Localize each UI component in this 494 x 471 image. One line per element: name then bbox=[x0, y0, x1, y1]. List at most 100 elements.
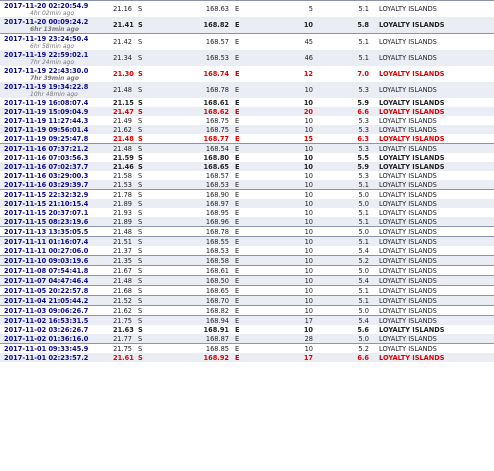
magnitude-cell: 5.0 bbox=[317, 305, 377, 316]
earthquake-row[interactable]: 2017-11-19 09:56:01.4 21.62 S 168.75 E 10 5.3 L… bbox=[0, 125, 494, 134]
event-datetime-link[interactable]: 2017-11-19 11:27:44.3 bbox=[4, 117, 109, 125]
event-datetime-link[interactable]: 2017-11-16 07:37:21.2 bbox=[4, 145, 109, 153]
event-datetime-link[interactable]: 2017-11-16 03:29:00.3 bbox=[4, 172, 109, 180]
event-datetime-link[interactable]: 2017-11-19 23:24:50.4 bbox=[4, 35, 109, 43]
longitude-cell: 168.54 bbox=[185, 143, 233, 153]
earthquake-row[interactable]: 2017-11-02 01:36:16.0 21.77 S 168.87 E 28 5.0 L… bbox=[0, 334, 494, 344]
earthquake-row[interactable]: 2017-11-11 01:16:07.4 21.51 S 168.55 E 10 5.1 L… bbox=[0, 236, 494, 246]
earthquake-row[interactable]: 2017-11-02 16:53:31.5 21.75 S 168.94 E 17 5.4 L… bbox=[0, 315, 494, 325]
earthquake-row[interactable]: 2017-11-16 07:02:37.7 21.46 S 168.65 E 10 5.9 L… bbox=[0, 162, 494, 171]
earthquake-row[interactable]: 2017-11-05 20:22:57.8 21.68 S 168.65 E 10 5.1 L… bbox=[0, 285, 494, 296]
earthquake-row[interactable]: 2017-11-19 09:25:47.8 21.48 S 168.77 E 15 6.3 L… bbox=[0, 134, 494, 144]
earthquake-row[interactable]: 2017-11-19 15:09:04.9 21.47 S 168.62 E 20 6.6 L… bbox=[0, 107, 494, 116]
earthquake-row[interactable]: 2017-11-20 00:09:24.2 6hr 13min ago 21.41 S… bbox=[0, 17, 494, 34]
region-cell: LOYALTY ISLANDS bbox=[377, 162, 494, 171]
event-datetime-link[interactable]: 2017-11-11 01:16:07.4 bbox=[4, 238, 109, 246]
earthquake-row[interactable]: 2017-11-01 02:23:57.2 21.61 S 168.92 E 17 6.6 L… bbox=[0, 353, 494, 362]
earthquake-row[interactable]: 2017-11-01 09:33:45.9 21.75 S 168.85 E 10 5.2 L… bbox=[0, 343, 494, 353]
event-datetime-link[interactable]: 2017-11-04 21:05:44.2 bbox=[4, 297, 109, 305]
event-datetime-link[interactable]: 2017-11-08 07:54:41.8 bbox=[4, 267, 109, 275]
earthquake-row[interactable]: 2017-11-15 20:37:07.1 21.93 S 168.95 E 10 5.1 L… bbox=[0, 208, 494, 217]
longitude-cell: 168.87 bbox=[185, 334, 233, 344]
earthquake-row[interactable]: 2017-11-19 22:43:30.0 7hr 39min ago 21.30 S… bbox=[0, 66, 494, 82]
earthquake-row[interactable]: 2017-11-19 22:59:02.1 7hr 24min ago 21.34 S… bbox=[0, 50, 494, 66]
latitude-hemisphere-cell: S bbox=[136, 226, 185, 237]
event-datetime-link[interactable]: 2017-11-20 02:20:54.9 bbox=[4, 2, 109, 10]
depth-cell: 10 bbox=[293, 305, 317, 316]
longitude-hemisphere-cell: E bbox=[233, 265, 293, 276]
event-datetime-link[interactable]: 2017-11-01 02:23:57.2 bbox=[4, 354, 109, 362]
depth-cell: 20 bbox=[293, 107, 317, 116]
event-datetime-link[interactable]: 2017-11-20 00:09:24.2 bbox=[4, 18, 109, 26]
event-datetime-link[interactable]: 2017-11-15 21:10:15.4 bbox=[4, 200, 109, 208]
depth-cell: 10 bbox=[293, 162, 317, 171]
event-datetime-link[interactable]: 2017-11-15 20:37:07.1 bbox=[4, 209, 109, 217]
depth-cell: 10 bbox=[293, 275, 317, 286]
region-cell: LOYALTY ISLANDS bbox=[377, 17, 494, 34]
event-datetime-link[interactable]: 2017-11-15 08:23:19.6 bbox=[4, 218, 109, 226]
event-datetime-link[interactable]: 2017-11-19 22:59:02.1 bbox=[4, 51, 109, 59]
longitude-hemisphere-cell: E bbox=[233, 189, 293, 199]
event-datetime-link[interactable]: 2017-11-01 09:33:45.9 bbox=[4, 345, 109, 353]
event-datetime-link[interactable]: 2017-11-02 01:36:16.0 bbox=[4, 335, 109, 343]
event-datetime-link[interactable]: 2017-11-10 09:03:19.6 bbox=[4, 257, 109, 265]
earthquake-row[interactable]: 2017-11-16 03:29:39.7 21.53 S 168.53 E 10 5.1 L… bbox=[0, 180, 494, 190]
event-datetime-link[interactable]: 2017-11-05 20:22:57.8 bbox=[4, 287, 109, 295]
event-datetime-link[interactable]: 2017-11-19 19:34:22.8 bbox=[4, 83, 109, 91]
longitude-cell: 168.78 bbox=[185, 82, 233, 98]
longitude-hemisphere-cell: E bbox=[233, 125, 293, 134]
earthquake-row[interactable]: 2017-11-08 07:54:41.8 21.67 S 168.61 E 10 5.0 L… bbox=[0, 265, 494, 276]
longitude-hemisphere-cell: E bbox=[233, 285, 293, 296]
longitude-cell: 168.61 bbox=[203, 98, 229, 107]
event-datetime-link[interactable]: 2017-11-19 22:43:30.0 bbox=[4, 67, 109, 75]
earthquake-row[interactable]: 2017-11-19 16:08:07.4 21.15 S 168.61 E 10 5.9 L… bbox=[0, 98, 494, 107]
earthquake-row[interactable]: 2017-11-03 09:06:26.7 21.62 S 168.82 E 10 5.0 L… bbox=[0, 305, 494, 316]
earthquake-row[interactable]: 2017-11-13 13:35:05.5 21.48 S 168.78 E 10 5.0 L… bbox=[0, 226, 494, 237]
earthquake-row[interactable]: 2017-11-02 03:26:26.7 21.63 S 168.91 E 10 5.6 L… bbox=[0, 325, 494, 334]
longitude-hemisphere-cell: E bbox=[233, 315, 293, 325]
earthquake-row[interactable]: 2017-11-19 23:24:50.4 6hr 58min ago 21.42 S… bbox=[0, 33, 494, 50]
earthquake-row[interactable]: 2017-11-10 09:03:19.6 21.35 S 168.58 E 10 5.2 L… bbox=[0, 255, 494, 266]
event-datetime-link[interactable]: 2017-11-19 15:09:04.9 bbox=[4, 108, 109, 116]
earthquake-row[interactable]: 2017-11-15 08:23:19.6 21.89 S 168.96 E 10 5.1 L… bbox=[0, 217, 494, 227]
event-datetime-link[interactable]: 2017-11-13 13:35:05.5 bbox=[4, 228, 109, 236]
earthquake-row[interactable]: 2017-11-07 04:47:46.4 21.48 S 168.50 E 10 5.4 L… bbox=[0, 275, 494, 286]
datetime-cell: 2017-11-15 21:10:15.4 bbox=[0, 199, 111, 208]
earthquake-row[interactable]: 2017-11-15 21:10:15.4 21.89 S 168.97 E 10 5.0 L… bbox=[0, 199, 494, 208]
earthquake-row[interactable]: 2017-11-04 21:05:44.2 21.52 S 168.70 E 10 5.1 L… bbox=[0, 295, 494, 306]
earthquake-row[interactable]: 2017-11-15 22:32:32.9 21.78 S 168.90 E 10 5.0 L… bbox=[0, 189, 494, 199]
event-datetime-link[interactable]: 2017-11-03 09:06:26.7 bbox=[4, 307, 109, 315]
datetime-cell: 2017-11-16 07:03:56.3 bbox=[0, 153, 111, 162]
event-datetime-link[interactable]: 2017-11-07 04:47:46.4 bbox=[4, 277, 109, 285]
depth-cell: 10 bbox=[293, 285, 317, 296]
event-datetime-link[interactable]: 2017-11-19 09:25:47.8 bbox=[4, 135, 109, 143]
event-datetime-link[interactable]: 2017-11-15 22:32:32.9 bbox=[4, 191, 109, 199]
earthquake-row[interactable]: 2017-11-11 00:27:06.0 21.37 S 168.53 E 10 5.4 L… bbox=[0, 246, 494, 256]
latitude-cell: 21.59 bbox=[113, 153, 134, 162]
event-datetime-link[interactable]: 2017-11-19 16:08:07.4 bbox=[4, 99, 109, 107]
event-datetime-link[interactable]: 2017-11-02 16:53:31.5 bbox=[4, 317, 109, 325]
earthquake-row[interactable]: 2017-11-19 11:27:44.3 21.49 S 168.75 E 10 5.3 L… bbox=[0, 116, 494, 125]
datetime-cell: 2017-11-19 15:09:04.9 bbox=[0, 107, 111, 116]
time-ago-label: 6hr 13min ago bbox=[30, 25, 79, 33]
latitude-cell: 21.93 bbox=[113, 208, 132, 217]
earthquake-row[interactable]: 2017-11-19 19:34:22.8 10hr 48min ago 21.48… bbox=[0, 82, 494, 98]
event-datetime-link[interactable]: 2017-11-19 09:56:01.4 bbox=[4, 126, 109, 134]
earthquake-row[interactable]: 2017-11-16 07:37:21.2 21.48 S 168.54 E 10 5.3 L… bbox=[0, 143, 494, 153]
earthquake-row[interactable]: 2017-11-16 03:29:00.3 21.58 S 168.57 E 10 5.3 L… bbox=[0, 171, 494, 180]
magnitude-cell: 5.1 bbox=[317, 33, 377, 50]
earthquake-row[interactable]: 2017-11-20 02:20:54.9 4hr 02min ago 21.16 S… bbox=[0, 0, 494, 17]
latitude-cell: 21.42 bbox=[111, 33, 136, 50]
event-datetime-link[interactable]: 2017-11-16 07:03:56.3 bbox=[4, 154, 109, 162]
datetime-cell: 2017-11-19 19:34:22.8 10hr 48min ago bbox=[0, 82, 111, 98]
magnitude-cell: 5.9 bbox=[317, 162, 377, 171]
earthquake-row[interactable]: 2017-11-16 07:03:56.3 21.59 S 168.80 E 10 5.5 L… bbox=[0, 153, 494, 162]
latitude-cell: 21.46 bbox=[111, 162, 136, 171]
longitude-hemisphere-cell: E bbox=[233, 0, 293, 17]
longitude-cell: 168.96 bbox=[185, 217, 233, 227]
event-datetime-link[interactable]: 2017-11-02 03:26:26.7 bbox=[4, 326, 109, 334]
event-datetime-link[interactable]: 2017-11-16 03:29:39.7 bbox=[4, 181, 109, 189]
latitude-hemisphere-cell: S bbox=[138, 70, 143, 78]
event-datetime-link[interactable]: 2017-11-16 07:02:37.7 bbox=[4, 163, 109, 171]
event-datetime-link[interactable]: 2017-11-11 00:27:06.0 bbox=[4, 247, 109, 255]
